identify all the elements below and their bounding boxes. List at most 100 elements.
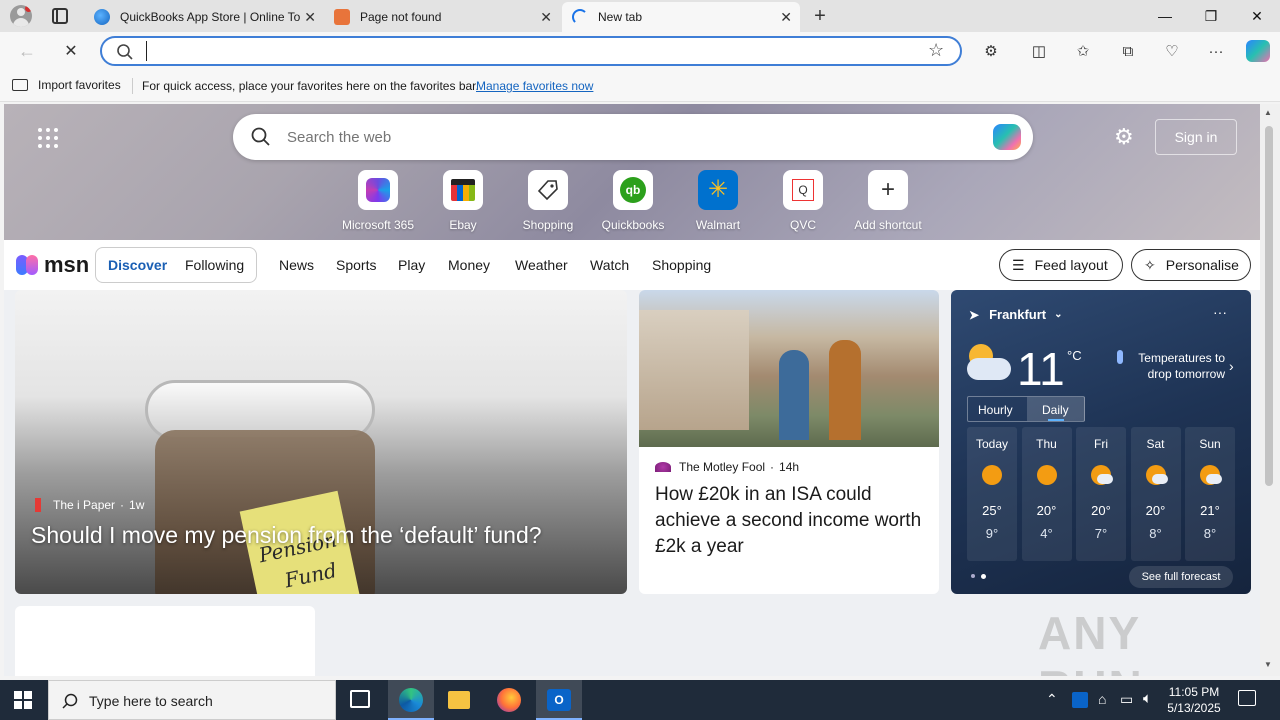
address-bar[interactable]: ☆: [100, 36, 962, 66]
web-search-input[interactable]: [287, 126, 967, 148]
manage-favorites-link[interactable]: Manage favorites now: [476, 79, 593, 93]
sparkle-icon: ✧: [1144, 256, 1156, 273]
shortcut-shopping[interactable]: Shopping: [508, 170, 588, 232]
main-story-headline[interactable]: Should I move my pension from the ‘defau…: [31, 522, 611, 549]
jar-image: Pension Fund: [135, 350, 385, 594]
new-tab-button[interactable]: +: [808, 3, 832, 29]
back-arrow-icon[interactable]: ←: [14, 38, 40, 64]
msn-nav-bar: msn Discover Following News Sports Play …: [4, 240, 1260, 290]
more-menu-icon[interactable]: ···: [1203, 38, 1229, 64]
tray-chevron-icon[interactable]: ⌃: [1046, 691, 1058, 708]
nav-news[interactable]: News: [279, 257, 314, 273]
volume-icon[interactable]: 🔈︎: [1143, 690, 1152, 707]
weather-more-icon[interactable]: ···: [1213, 304, 1227, 320]
stop-loading-icon[interactable]: ✕: [58, 38, 84, 64]
weather-alert[interactable]: Temperatures to drop tomorrow: [1129, 350, 1225, 382]
task-view-icon[interactable]: [350, 690, 370, 708]
favorites-icon[interactable]: ✩: [1070, 38, 1096, 64]
outlook-tray-icon[interactable]: [1072, 692, 1088, 708]
windows-start-icon[interactable]: [14, 691, 32, 709]
close-icon[interactable]: ✕: [540, 9, 552, 26]
notifications-icon[interactable]: [1238, 690, 1256, 706]
source-logo-icon: [35, 498, 41, 512]
edge-taskbar-icon[interactable]: [388, 680, 434, 720]
taskbar-search-placeholder: Type here to search: [89, 693, 213, 709]
tab-quickbooks[interactable]: QuickBooks App Store | Online To ✕: [84, 2, 324, 32]
sun-icon: [1036, 465, 1057, 485]
forecast-day-fri[interactable]: Fri 20° 7°: [1076, 427, 1126, 561]
dot-separator: ·: [120, 498, 125, 512]
second-story-card[interactable]: The Motley Fool · 14h How £20k in an ISA…: [639, 290, 939, 594]
scrollbar-thumb[interactable]: [1265, 126, 1273, 486]
tab-discover[interactable]: Discover: [108, 257, 167, 273]
device-tray-icon[interactable]: ⌂: [1098, 691, 1106, 707]
import-favorites-label: Import favorites: [38, 78, 121, 92]
split-screen-icon[interactable]: ◫: [1026, 38, 1052, 64]
new-tab-page: ⚙ Sign in Microsoft 365 Ebay Shopping qb…: [4, 104, 1260, 676]
nav-play[interactable]: Play: [398, 257, 425, 273]
nav-weather[interactable]: Weather: [515, 257, 568, 273]
forecast-day-today[interactable]: Today 25° 9°: [967, 427, 1017, 561]
second-story-headline[interactable]: How £20k in an ISA could achieve a secon…: [655, 482, 925, 560]
alert-line2: drop tomorrow: [1147, 367, 1225, 381]
plus-icon: +: [880, 176, 895, 203]
shortcut-qvc[interactable]: Q QVC: [763, 170, 843, 232]
collections-icon[interactable]: ⧉: [1115, 38, 1141, 64]
nav-watch[interactable]: Watch: [590, 257, 629, 273]
tab-strip: QuickBooks App Store | Online To ✕ Page …: [0, 0, 1280, 32]
page-scrollbar[interactable]: ▲ ▼: [1260, 104, 1280, 676]
close-icon[interactable]: ✕: [780, 9, 792, 26]
copilot-icon[interactable]: [1246, 40, 1270, 62]
chevron-right-icon[interactable]: ›: [1229, 358, 1234, 374]
minimize-button[interactable]: —: [1142, 0, 1188, 32]
favorite-star-icon[interactable]: ☆: [928, 40, 944, 61]
profile-avatar[interactable]: [10, 5, 32, 27]
extensions-icon[interactable]: ⚙: [978, 38, 1004, 64]
tab-title: QuickBooks App Store | Online To: [120, 10, 300, 24]
shortcut-microsoft365[interactable]: Microsoft 365: [338, 170, 418, 232]
taskbar-search-box[interactable]: Type here to search: [48, 680, 336, 720]
outlook-taskbar-icon[interactable]: O: [536, 680, 582, 720]
address-input[interactable]: [146, 41, 906, 61]
settings-gear-icon[interactable]: ⚙: [1114, 124, 1134, 150]
browser-essentials-icon[interactable]: ♡: [1159, 38, 1185, 64]
forecast-day-sun[interactable]: Sun 21° 8°: [1185, 427, 1235, 561]
main-story-card[interactable]: Pension Fund The i Paper · 1w Should I m…: [15, 290, 627, 594]
feed-layout-button[interactable]: ☰ Feed layout: [999, 249, 1123, 281]
location-row[interactable]: ➤ Frankfurt ⌄: [969, 307, 1063, 322]
shortcut-walmart[interactable]: ✳ Walmart: [678, 170, 758, 232]
forecast-day-sat[interactable]: Sat 20° 8°: [1130, 427, 1181, 561]
web-search-box[interactable]: [233, 114, 1033, 160]
shortcut-add[interactable]: + Add shortcut: [848, 170, 928, 232]
nav-money[interactable]: Money: [448, 257, 490, 273]
file-explorer-icon[interactable]: [448, 691, 470, 709]
see-full-forecast-button[interactable]: See full forecast: [1129, 566, 1233, 588]
tab-daily[interactable]: Daily: [1042, 403, 1069, 417]
clock[interactable]: 11:05 PM 5/13/2025: [1164, 684, 1224, 716]
msn-logo[interactable]: msn: [16, 252, 89, 278]
tab-page-not-found[interactable]: Page not found ✕: [324, 2, 560, 32]
nav-shopping[interactable]: Shopping: [652, 257, 711, 273]
network-icon[interactable]: ▭: [1120, 691, 1133, 708]
shortcut-quickbooks[interactable]: qb Quickbooks: [593, 170, 673, 232]
weather-card[interactable]: ➤ Frankfurt ⌄ ··· 11 °C Temperatures to …: [951, 290, 1251, 594]
active-tab-indicator: [1048, 419, 1064, 421]
close-icon[interactable]: ✕: [304, 9, 316, 26]
firefox-icon[interactable]: [497, 688, 521, 712]
forecast-day-thu[interactable]: Thu 20° 4°: [1021, 427, 1072, 561]
restore-button[interactable]: ❐: [1188, 0, 1234, 32]
copilot-search-icon[interactable]: [993, 124, 1021, 150]
shortcut-ebay[interactable]: Ebay: [423, 170, 503, 232]
close-window-button[interactable]: ✕: [1234, 0, 1280, 32]
quickbooks-favicon: [94, 9, 110, 25]
tab-hourly[interactable]: Hourly: [978, 403, 1013, 417]
forecast-link-label: See full forecast: [1141, 571, 1221, 583]
import-favorites-button[interactable]: Import favorites: [12, 78, 121, 92]
sign-in-button[interactable]: Sign in: [1155, 119, 1237, 155]
personalise-button[interactable]: ✧ Personalise: [1131, 249, 1251, 281]
tab-actions-icon[interactable]: [52, 8, 68, 24]
nav-sports[interactable]: Sports: [336, 257, 376, 273]
app-launcher-icon[interactable]: [38, 128, 58, 148]
tab-new-tab[interactable]: New tab ✕: [562, 2, 800, 32]
tab-following[interactable]: Following: [185, 257, 244, 273]
